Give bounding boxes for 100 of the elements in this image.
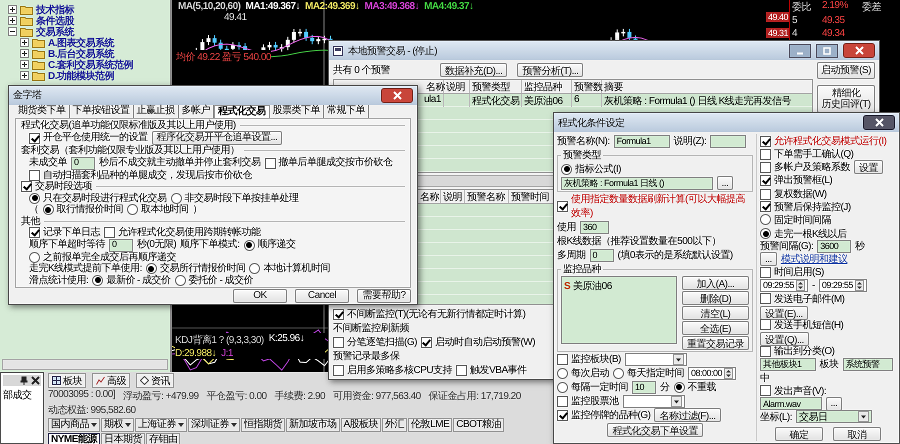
option-checkbox[interactable]: 记录下单日志 — [29, 227, 100, 238]
option-checkbox[interactable]: 复权数据(W) — [760, 187, 827, 202]
expand-icon[interactable] — [20, 49, 29, 58]
dialog-button[interactable]: ... — [716, 176, 734, 190]
expand-icon[interactable] — [8, 5, 17, 14]
option-checkbox[interactable]: 下单需手工确认(Q) — [760, 147, 854, 162]
toolbar-button[interactable]: 资讯 — [136, 373, 174, 388]
radio-option[interactable]: 不重载 — [674, 380, 716, 394]
option-checkbox[interactable]: 时间启用(S) — [760, 265, 824, 280]
pin-icon[interactable] — [20, 376, 28, 385]
option-checkbox[interactable]: 允许程式化交易使用跨期转帐功能 — [104, 227, 260, 238]
dialog-button[interactable]: ... — [826, 396, 842, 411]
symbol-list[interactable]: S 美原油06 — [561, 276, 677, 344]
market-tab[interactable]: NYME能源 — [48, 433, 100, 444]
toolbar-button[interactable]: 数据补充(D)... — [440, 62, 508, 76]
radio-option[interactable]: 取本地时间 — [127, 204, 188, 216]
side-button[interactable]: 精细化 历史回评(T) — [817, 85, 875, 113]
option-checkbox[interactable]: 开仓平仓使用统一的设置 — [29, 132, 148, 144]
tree-item[interactable]: C.套利交易系统范例 — [48, 58, 133, 72]
input-field[interactable]: 360 — [580, 220, 608, 234]
column-header[interactable]: 监控品种 — [522, 80, 572, 93]
column-header[interactable]: 说明 — [441, 190, 465, 203]
radio-option[interactable]: 非交易时段下单按挂单处理 — [170, 192, 298, 204]
input-field[interactable]: Formula1 — [614, 134, 670, 148]
dropdown-field[interactable] — [622, 394, 684, 408]
option-checkbox[interactable]: 撤单后单腿成交按市价砍仓 — [264, 157, 392, 169]
option-checkbox[interactable]: 弹出预警框(L) — [760, 173, 832, 188]
tab[interactable]: 程式化交易 — [214, 105, 270, 118]
dialog-button[interactable]: 程序化交易开平仓追单设置... — [152, 131, 282, 145]
column-header[interactable]: 说明 — [444, 80, 470, 93]
dialog-button[interactable]: Cancel — [295, 289, 349, 303]
maximize-button[interactable] — [816, 44, 838, 58]
radio-option[interactable]: 走完一根K线以后 — [760, 226, 847, 241]
help-link[interactable]: 模式说明和建议 — [780, 252, 848, 266]
expand-icon[interactable] — [8, 16, 17, 25]
tree-item[interactable]: B.后台交易系统 — [48, 46, 114, 60]
expand-icon[interactable] — [20, 38, 29, 47]
tree-item[interactable]: 技术指标 — [36, 2, 74, 16]
radio-option[interactable]: 最新价 - 成交价 — [92, 274, 171, 286]
market-tab[interactable]: 新加坡市场 — [286, 418, 340, 432]
close-button[interactable] — [381, 88, 413, 103]
radio-option[interactable]: 指标公式(I) — [561, 162, 621, 176]
radio-option[interactable]: 顺序递交 — [244, 239, 296, 251]
market-tab[interactable]: 国内商品 — [48, 418, 100, 432]
dialog-button[interactable]: OK — [233, 289, 287, 303]
radio-option[interactable]: 只在交易时段进行程式化交易 — [29, 192, 166, 204]
market-tab[interactable]: CBOT粮油 — [453, 418, 504, 432]
market-tab[interactable]: 伦敦LME — [408, 418, 452, 432]
side-button[interactable]: 启动预警(S) — [817, 62, 875, 79]
toolbar-button[interactable]: 预警分析(T)... — [517, 62, 584, 76]
dialog-button[interactable]: ... — [760, 252, 777, 266]
dialog-button[interactable]: 设置 — [854, 160, 883, 174]
input-field[interactable] — [710, 134, 746, 148]
radio-option[interactable]: 固定时间间隔 — [760, 212, 831, 227]
dialog-button[interactable]: 清空(L) — [682, 306, 749, 320]
expand-icon[interactable] — [20, 60, 29, 69]
tree-item[interactable]: D.功能模块范例 — [48, 68, 114, 82]
dialog-button[interactable]: 程式化交易下单设置 — [607, 423, 703, 437]
column-header[interactable]: 预警数 — [572, 80, 602, 93]
radio-option[interactable]: 本地计算机时间 — [249, 263, 330, 274]
spinner-icon[interactable] — [796, 280, 806, 291]
option-checkbox[interactable]: 发出声音(V): — [760, 384, 826, 398]
input-field[interactable]: 灰机策略 : Formula1 日线 () — [561, 176, 712, 190]
column-header[interactable]: 预警名称 — [465, 190, 509, 203]
toolbar-button[interactable]: 高级 — [92, 373, 130, 388]
dialog-button[interactable]: 名称过滤(F)... — [654, 408, 721, 422]
input-field[interactable]: 3600 — [817, 240, 852, 253]
market-tab[interactable]: A股板块 — [340, 418, 382, 432]
dropdown-field[interactable]: 交易日 — [796, 410, 872, 424]
minimize-button[interactable] — [789, 44, 811, 58]
tree-item[interactable]: A.图表交易系统 — [48, 36, 114, 50]
radio-option[interactable]: 之前报单完全成交后再顺序递交 — [29, 252, 176, 263]
option-checkbox[interactable]: 交易时段选项 — [21, 181, 92, 192]
dialog-button[interactable]: 确定 — [775, 426, 823, 441]
input-field[interactable]: 10 — [632, 380, 656, 394]
input-field[interactable]: Alarm.wav — [760, 397, 822, 410]
dialog-button[interactable]: 取消 — [833, 426, 881, 441]
list-item[interactable]: S 美原油06 — [564, 279, 674, 293]
spinner-icon[interactable] — [854, 280, 864, 291]
option-checkbox[interactable]: 自动扫描套利品种的单腿成交，发现后按市价砍仓 — [29, 170, 252, 181]
column-header[interactable]: 摘要 — [602, 80, 812, 93]
option-checkbox[interactable]: 发送电子邮件(M) — [760, 292, 844, 306]
input-field[interactable]: 0 — [590, 248, 614, 262]
column-header[interactable]: 预警类型 — [470, 80, 522, 93]
dialog-button[interactable]: 删除(D) — [682, 291, 749, 305]
close-button[interactable] — [863, 115, 895, 130]
time-field[interactable]: 09:29:55 — [760, 278, 808, 292]
close-button[interactable] — [843, 43, 875, 58]
option-checkbox[interactable]: 多帐户及策略系数 — [760, 160, 850, 174]
market-tab[interactable]: 恒指期货 — [241, 418, 285, 432]
option-checkbox[interactable]: 发送手机短信(H) — [760, 318, 844, 332]
market-tab[interactable]: 日本期货 — [100, 433, 145, 444]
option-checkbox[interactable]: 预警后保持监控(J) — [760, 200, 851, 214]
time-field[interactable]: 09:29:55 — [818, 278, 867, 292]
dialog-button[interactable]: 加入(A)... — [682, 276, 749, 290]
tree-item[interactable]: 条件选股 — [36, 14, 74, 28]
dialog-button[interactable]: 需要帮助? — [357, 289, 411, 303]
radio-option[interactable]: 委托价 - 成交价 — [174, 274, 254, 286]
tree-item[interactable]: 交易系统 — [36, 24, 74, 38]
scrollbar[interactable] — [2, 359, 168, 370]
